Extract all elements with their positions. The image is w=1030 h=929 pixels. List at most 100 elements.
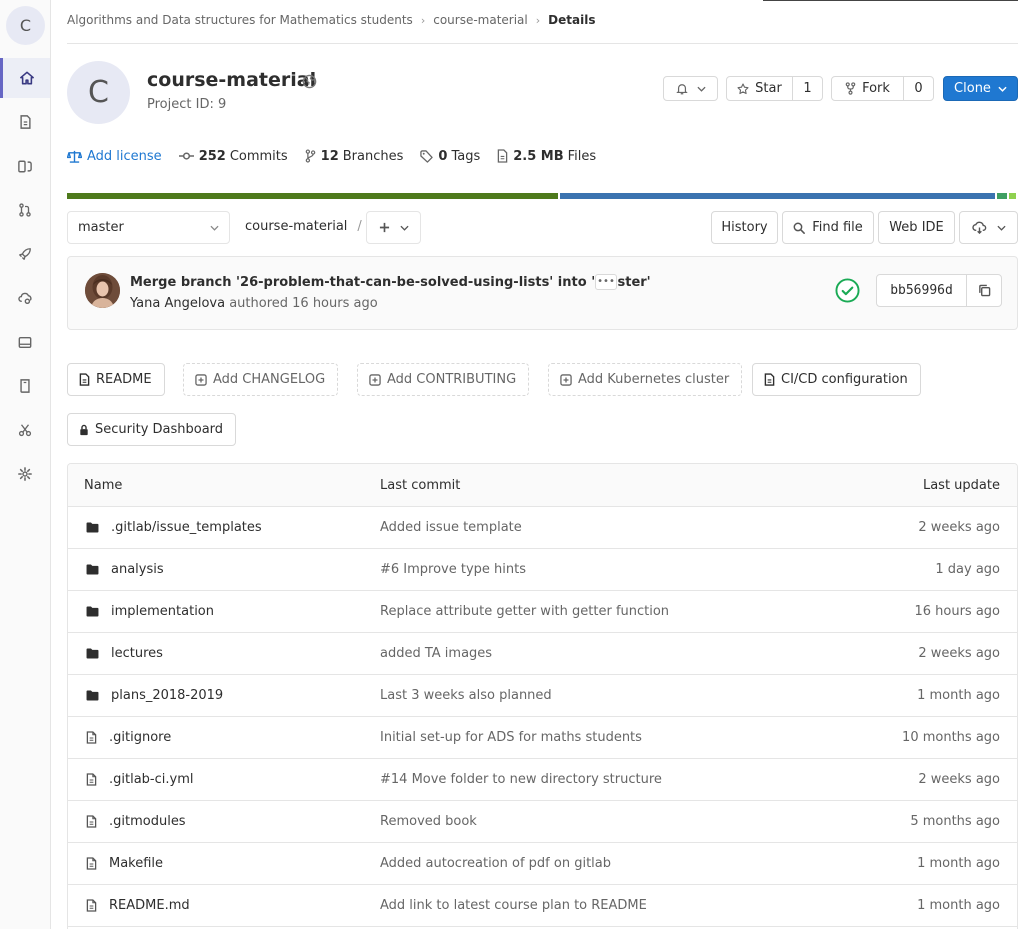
repo-path-root-link[interactable]: course-material xyxy=(245,219,347,234)
add-to-tree-dropdown[interactable] xyxy=(366,211,421,244)
add-license-link[interactable]: Add license xyxy=(67,149,162,164)
breadcrumb-group-link[interactable]: Algorithms and Data structures for Mathe… xyxy=(67,13,413,27)
folder-link[interactable]: plans_2018-2019 xyxy=(86,688,223,703)
plus-square-icon xyxy=(560,373,572,386)
folder-link[interactable]: .gitlab/issue_templates xyxy=(86,520,262,535)
cicd-configuration-button[interactable]: CI/CD configuration xyxy=(752,363,921,396)
chevron-down-icon xyxy=(998,86,1007,92)
file-last-commit-link[interactable]: Initial set-up for ADS for maths student… xyxy=(380,730,642,745)
breadcrumb-project-link[interactable]: course-material xyxy=(433,13,528,27)
folder-icon xyxy=(86,606,105,617)
breadcrumb: Algorithms and Data structures for Mathe… xyxy=(67,12,595,28)
breadcrumb-divider xyxy=(67,43,1018,44)
files-link[interactable]: 2.5 MB Files xyxy=(497,149,596,164)
clone-label: Clone xyxy=(954,81,991,96)
path-separator: / xyxy=(357,219,362,234)
add-contributing-button[interactable]: Add CONTRIBUTING xyxy=(357,363,530,396)
table-row[interactable]: README.md Add link to latest course plan … xyxy=(68,885,1017,927)
language-segment[interactable] xyxy=(67,193,559,199)
sidebar-item-operations[interactable] xyxy=(0,278,50,318)
file-link[interactable]: .gitignore xyxy=(86,730,171,745)
file-name: lectures xyxy=(111,646,163,661)
avatar[interactable] xyxy=(85,273,120,308)
add-changelog-button[interactable]: Add CHANGELOG xyxy=(183,363,339,396)
sidebar-item-snippets[interactable] xyxy=(0,410,50,450)
web-ide-button[interactable]: Web IDE xyxy=(878,211,955,244)
file-link[interactable]: .gitmodules xyxy=(86,814,186,829)
table-row[interactable]: .gitmodules Removed book 5 months ago xyxy=(68,801,1017,843)
readme-button[interactable]: README xyxy=(67,363,165,396)
file-last-commit-link[interactable]: Added autocreation of pdf on gitlab xyxy=(380,856,611,871)
fork-count[interactable]: 0 xyxy=(904,77,933,100)
breadcrumb-current[interactable]: Details xyxy=(548,13,595,27)
sidebar-item-merge-requests[interactable] xyxy=(0,190,50,230)
folder-icon xyxy=(86,564,105,575)
security-dashboard-button[interactable]: Security Dashboard xyxy=(67,413,237,446)
find-file-button[interactable]: Find file xyxy=(782,211,874,244)
commit-title-link[interactable]: Merge branch '26-problem-that-can-be-sol… xyxy=(130,275,651,290)
globe-icon xyxy=(302,74,317,89)
table-row[interactable]: plans_2018-2019 Last 3 weeks also planned… xyxy=(68,675,1017,717)
table-row[interactable]: implementation Replace attribute getter w… xyxy=(68,591,1017,633)
sidebar-item-settings[interactable] xyxy=(0,454,50,494)
file-name: plans_2018-2019 xyxy=(111,688,224,703)
clone-button[interactable]: Clone xyxy=(943,76,1018,101)
file-link[interactable]: README.md xyxy=(86,898,190,913)
tags-link[interactable]: 0 Tags xyxy=(420,149,480,164)
add-kubernetes-cluster-button[interactable]: Add Kubernetes cluster xyxy=(548,363,743,396)
fork-button[interactable]: Fork xyxy=(832,77,903,100)
file-last-commit-link[interactable]: Replace attribute getter with getter fun… xyxy=(380,604,669,619)
language-segment[interactable] xyxy=(996,193,1008,199)
commit-author-link[interactable]: Yana Angelova xyxy=(130,296,225,311)
file-last-commit-link[interactable]: #14 Move folder to new directory structu… xyxy=(380,772,662,787)
sidebar-item-issues[interactable] xyxy=(0,146,50,186)
sidebar-item-wiki[interactable] xyxy=(0,366,50,406)
sidebar-project-avatar[interactable]: C xyxy=(6,6,45,45)
table-row[interactable]: .gitlab-ci.yml #14 Move folder to new dir… xyxy=(68,759,1017,801)
file-name: .gitlab-ci.yml xyxy=(109,772,194,787)
language-segment[interactable] xyxy=(1009,193,1016,199)
file-last-commit-link[interactable]: Added issue template xyxy=(380,520,522,535)
download-dropdown[interactable] xyxy=(959,211,1018,244)
chevron-down-icon xyxy=(399,225,409,231)
file-last-commit-link[interactable]: Add link to latest course plan to README xyxy=(380,898,647,913)
folder-link[interactable]: implementation xyxy=(86,604,214,619)
cloud-download-icon xyxy=(971,221,986,234)
folder-link[interactable]: lectures xyxy=(86,646,163,661)
sidebar-item-ci-cd[interactable] xyxy=(0,234,50,274)
copy-sha-button[interactable] xyxy=(967,275,1001,306)
branch-select[interactable]: master xyxy=(67,211,230,244)
pipeline-status-icon[interactable] xyxy=(835,278,860,303)
file-link[interactable]: Makefile xyxy=(86,856,163,871)
commit-icon xyxy=(178,152,194,160)
notification-dropdown[interactable] xyxy=(663,76,718,101)
file-last-commit-link[interactable]: Removed book xyxy=(380,814,477,829)
sidebar-item-repository[interactable] xyxy=(0,102,50,142)
commits-link[interactable]: 252 Commits xyxy=(178,149,288,164)
file-last-commit-link[interactable]: #6 Improve type hints xyxy=(380,562,526,577)
cloud-gear-icon xyxy=(17,292,32,305)
repository-languages-bar[interactable] xyxy=(67,193,1018,199)
branches-link[interactable]: 12 Branches xyxy=(305,149,403,164)
folder-link[interactable]: analysis xyxy=(86,562,164,577)
table-row[interactable]: lectures added TA images 2 weeks ago xyxy=(68,633,1017,675)
table-row[interactable]: analysis #6 Improve type hints 1 day ago xyxy=(68,549,1017,591)
file-link[interactable]: .gitlab-ci.yml xyxy=(86,772,193,787)
commit-description-toggle[interactable]: ••• xyxy=(595,274,617,290)
star-count[interactable]: 1 xyxy=(793,77,822,100)
file-last-commit-link[interactable]: added TA images xyxy=(380,646,492,661)
doc-icon xyxy=(497,149,508,163)
file-last-commit-link[interactable]: Last 3 weeks also planned xyxy=(380,688,552,703)
table-row[interactable]: .gitlab/issue_templates Added issue templ… xyxy=(68,507,1017,549)
table-row[interactable]: .gitignore Initial set-up for ADS for mat… xyxy=(68,717,1017,759)
chevron-down-icon xyxy=(210,225,219,231)
sidebar-item-project-overview[interactable] xyxy=(0,58,50,98)
file-icon xyxy=(86,731,103,744)
table-row[interactable]: Makefile Added autocreation of pdf on git… xyxy=(68,843,1017,885)
package-icon xyxy=(18,336,32,348)
sidebar-item-packages[interactable] xyxy=(0,322,50,362)
language-segment[interactable] xyxy=(560,193,995,199)
commit-sha[interactable]: bb56996d xyxy=(877,275,967,306)
history-button[interactable]: History xyxy=(711,211,778,244)
star-button[interactable]: Star xyxy=(727,77,792,100)
